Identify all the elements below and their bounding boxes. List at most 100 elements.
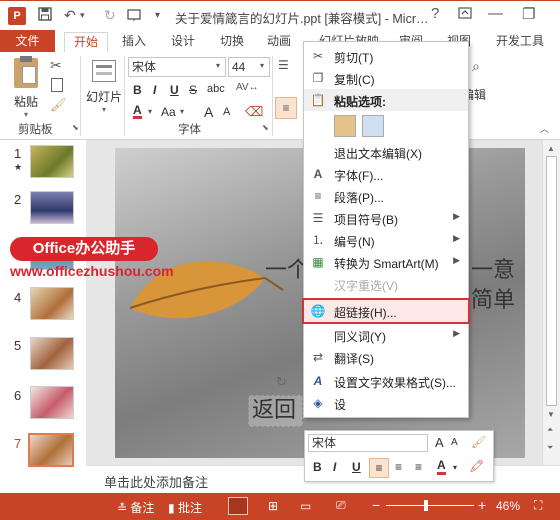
tab-design[interactable]: 设计: [162, 32, 204, 52]
menu-item-hyperlink[interactable]: 🌐 超链接(H)...: [302, 298, 470, 324]
notes-toggle-icon: ≛: [117, 501, 128, 515]
prev-slide-icon[interactable]: ⏶: [547, 425, 553, 435]
tab-animations[interactable]: 动画: [258, 32, 300, 52]
menu-item-paragraph[interactable]: ≡ 段落(P)...: [304, 185, 468, 207]
mini-font-color-dropdown-icon[interactable]: ▾: [453, 463, 457, 472]
qat-customize-icon[interactable]: ▾: [155, 10, 160, 21]
slide-thumbnail[interactable]: [30, 145, 74, 178]
mini-bold-button[interactable]: B: [313, 460, 322, 474]
tab-developer[interactable]: 开发工具: [487, 32, 553, 52]
bullets-icon[interactable]: ☰: [278, 58, 289, 72]
slide-sorter-view-icon[interactable]: ⊞: [268, 499, 278, 513]
menu-item-text-effects[interactable]: A 设置文字效果格式(S)...: [304, 370, 468, 392]
italic-button[interactable]: I: [153, 83, 156, 97]
menu-item-cut[interactable]: ✂ 剪切(T): [304, 45, 468, 67]
mini-font-color-button[interactable]: A: [437, 459, 446, 475]
slide-thumbnail-selected[interactable]: [28, 433, 74, 467]
scroll-down-icon[interactable]: ▼: [547, 410, 555, 419]
minimize-button[interactable]: —: [488, 5, 503, 22]
font-color-dropdown-icon[interactable]: ▾: [148, 107, 152, 116]
notes-toggle-button[interactable]: ≛ 备注: [117, 499, 154, 516]
paste-button[interactable]: 粘贴 ▾: [8, 56, 44, 119]
menu-item-synonyms[interactable]: 同义词(Y) ▶: [304, 324, 468, 346]
zoom-slider-thumb[interactable]: [424, 500, 428, 511]
ribbon-display-options-icon[interactable]: [458, 6, 472, 24]
font-name-select[interactable]: 宋体: [128, 57, 226, 77]
bold-button[interactable]: B: [133, 83, 142, 97]
mini-font-name[interactable]: 宋体: [308, 434, 428, 452]
font-size-dropdown-icon[interactable]: ▾: [260, 61, 264, 70]
normal-view-icon[interactable]: [228, 497, 248, 515]
cut-icon[interactable]: ✂: [50, 57, 62, 74]
rotate-handle-icon[interactable]: ↻: [276, 374, 287, 390]
clear-formatting-icon[interactable]: ⌫: [245, 104, 263, 120]
slide-thumbnail[interactable]: [30, 337, 74, 370]
undo-dropdown-icon[interactable]: ▾: [80, 10, 85, 21]
font-color-button[interactable]: A: [133, 104, 142, 119]
slideshow-view-icon[interactable]: ⎚: [336, 498, 346, 513]
copy-icon[interactable]: [51, 78, 63, 92]
shadow-button[interactable]: abc: [207, 83, 225, 95]
tab-file[interactable]: 文件: [0, 30, 55, 52]
slide-thumbnail[interactable]: [30, 386, 74, 419]
collapse-ribbon-icon[interactable]: ︿: [540, 122, 549, 135]
mini-align-left-icon[interactable]: ≡: [369, 458, 389, 478]
grow-font-button[interactable]: A: [204, 104, 213, 120]
new-slide-button[interactable]: 幻灯片 ▾: [86, 56, 122, 114]
mini-italic-button[interactable]: I: [333, 460, 336, 474]
char-spacing-icon[interactable]: AV↔: [236, 82, 259, 93]
menu-item-copy[interactable]: ❐ 复制(C): [304, 67, 468, 89]
underline-button[interactable]: U: [170, 83, 179, 97]
menu-item-bullets[interactable]: ☰ 项目符号(B) ▶: [304, 207, 468, 229]
format-painter-icon[interactable]: 🖌: [50, 97, 67, 113]
back-textbox[interactable]: 返回: [248, 395, 303, 427]
change-case-button[interactable]: Aa: [161, 105, 176, 119]
help-button[interactable]: ?: [431, 5, 439, 22]
restore-button[interactable]: ❐: [522, 5, 535, 23]
tab-transitions[interactable]: 切换: [211, 32, 253, 52]
shrink-font-button[interactable]: A: [223, 106, 230, 118]
mini-clear-format-icon[interactable]: 🖍: [469, 459, 484, 473]
menu-item-exit-edit[interactable]: 退出文本编辑(X): [304, 141, 468, 163]
comments-button[interactable]: ▮ 批注: [168, 499, 202, 516]
menu-item-translate[interactable]: ⇄ 翻译(S): [304, 346, 468, 368]
slide-thumbnail[interactable]: [30, 287, 74, 320]
scroll-thumb[interactable]: [546, 156, 557, 406]
mini-underline-button[interactable]: U: [352, 460, 361, 474]
redo-icon[interactable]: ↻: [104, 7, 116, 24]
scroll-up-icon[interactable]: ▲: [547, 144, 555, 153]
undo-icon[interactable]: ↶: [64, 7, 76, 24]
next-slide-icon[interactable]: ⏷: [547, 443, 553, 453]
save-icon[interactable]: [38, 7, 52, 24]
paste-keep-format-icon[interactable]: [334, 115, 356, 137]
zoom-level[interactable]: 46%: [496, 499, 520, 513]
zoom-out-icon[interactable]: −: [372, 497, 380, 513]
zoom-in-icon[interactable]: +: [478, 497, 486, 513]
change-case-dropdown-icon[interactable]: ▾: [180, 107, 184, 116]
mini-align-right-icon[interactable]: ≡: [415, 460, 422, 474]
clipboard-launcher-icon[interactable]: ⬊: [72, 123, 79, 132]
tab-insert[interactable]: 插入: [113, 32, 155, 52]
menu-item-font[interactable]: A 字体(F)...: [304, 163, 468, 185]
zoom-slider[interactable]: [386, 500, 474, 511]
paste-picture-icon[interactable]: [362, 115, 384, 137]
align-left-button[interactable]: ≡: [275, 97, 297, 119]
find-icon[interactable]: ⌕: [472, 58, 480, 75]
font-launcher-icon[interactable]: ⬊: [262, 123, 269, 132]
reading-view-icon[interactable]: ▭: [300, 499, 311, 513]
mini-align-center-icon[interactable]: ≡: [395, 460, 402, 474]
menu-item-numbering[interactable]: ⒈ 编号(N) ▶: [304, 229, 468, 251]
mini-grow-font-icon[interactable]: A: [435, 435, 444, 450]
font-icon: A: [313, 167, 323, 181]
tab-home[interactable]: 开始: [64, 32, 109, 52]
menu-item-smartart[interactable]: ▦ 转换为 SmartArt(M) ▶: [304, 251, 468, 273]
slide-thumbnail[interactable]: [30, 191, 74, 224]
mini-format-painter-icon[interactable]: 🖌: [471, 435, 486, 449]
font-name-dropdown-icon[interactable]: ▾: [216, 61, 220, 70]
vertical-scrollbar[interactable]: ▲ ▼ ⏶ ⏷: [542, 140, 560, 465]
start-from-beginning-icon[interactable]: [127, 8, 141, 24]
fit-to-window-icon[interactable]: ⛶: [534, 498, 542, 513]
strikethrough-button[interactable]: S: [189, 83, 197, 97]
mini-shrink-font-icon[interactable]: A: [451, 437, 458, 448]
menu-item-shape-format[interactable]: ◈ 设: [304, 392, 468, 414]
